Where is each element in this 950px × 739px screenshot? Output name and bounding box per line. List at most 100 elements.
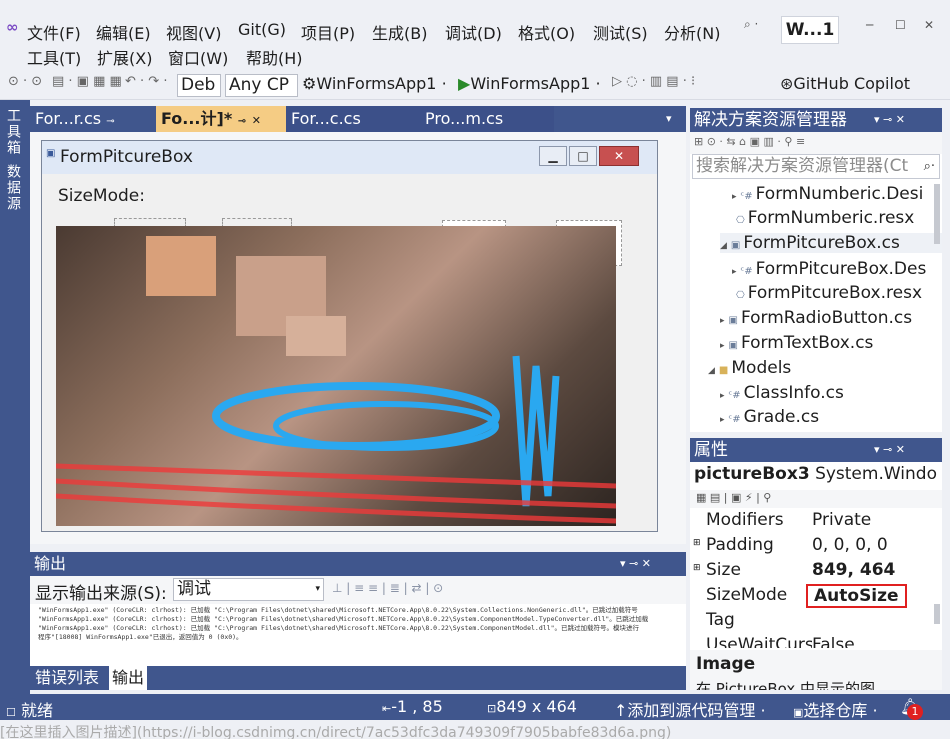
platform-combo[interactable]: Any CP <box>225 74 298 97</box>
property-row[interactable]: Modifiers Private <box>690 509 930 534</box>
solution-name-badge[interactable]: W...1 <box>781 16 839 44</box>
close-icon[interactable]: ✕ <box>924 18 934 32</box>
menu-test[interactable]: 测试(S) <box>593 20 648 44</box>
output-panel: 输出 ▾ ⊸ ✕ 显示输出来源(S): 调试 ▾ ⊥ | ≡ ≡ | ≣ | ⇄… <box>30 552 686 690</box>
output-text-area[interactable]: "WinFormsApp1.exe" (CoreCLR: clrhost): 已… <box>30 604 686 664</box>
tree-item[interactable]: ◢ ■ Models <box>708 358 791 378</box>
menu-format[interactable]: 格式(O) <box>518 20 575 44</box>
undo-icon[interactable]: ↶ · ↷ · <box>125 74 167 96</box>
output-tools-icons[interactable]: ⊥ | ≡ ≡ | ≣ | ⇄ | ⊙ <box>332 581 443 595</box>
image-caption-text: [在这里插入图片描述](https://i-blog.csdnimg.cn/di… <box>0 725 672 739</box>
navigate-back-icon[interactable]: ⊙ · ⊙ <box>8 74 42 96</box>
new-item-icon[interactable]: ▤ · ▣ ▦ ▦ <box>52 74 122 96</box>
tab-output[interactable]: 输出 <box>109 666 148 690</box>
property-name: Size <box>706 560 741 580</box>
property-row[interactable]: Tag <box>690 609 930 634</box>
form-minimize-icon: ▁ <box>539 146 567 166</box>
menu-window[interactable]: 窗口(W) <box>168 45 228 69</box>
form-title: FormPitcureBox <box>60 147 193 167</box>
visual-studio-logo-icon[interactable]: ∞ <box>6 18 22 36</box>
output-line: "WinFormsApp1.exe" (CoreCLR: clrhost): 已… <box>38 606 638 614</box>
search-icon[interactable]: ⌕ · <box>744 17 774 39</box>
menu-help[interactable]: 帮助(H) <box>246 45 303 69</box>
tree-expand-icon[interactable]: ▸ <box>720 415 725 425</box>
tree-item[interactable]: ▸ ▣ FormTextBox.cs <box>720 333 873 353</box>
property-value[interactable]: 0, 0, 0, 0 <box>812 535 888 555</box>
datasource-tab[interactable]: 数据源 <box>3 164 23 212</box>
property-value[interactable]: Private <box>812 510 871 530</box>
panel-menu-icon[interactable]: ▾ ⊸ ✕ <box>874 108 905 132</box>
property-value[interactable]: 849, 464 <box>812 560 895 580</box>
tree-expand-icon[interactable]: ▸ <box>720 316 725 326</box>
menu-file[interactable]: 文件(F) <box>27 20 81 44</box>
tab-program[interactable]: Pro...m.cs <box>420 106 554 132</box>
tree-expand-icon[interactable]: ◢ <box>720 241 727 251</box>
property-row[interactable]: UseWaitCursorFalse <box>690 634 930 648</box>
tree-item[interactable]: ▸ ᶜ# Grade.cs <box>720 407 819 429</box>
expand-icon[interactable]: ⊞ <box>693 538 701 548</box>
property-object-selector[interactable]: pictureBox3 System.Windo <box>694 464 940 490</box>
start-debug-button[interactable]: ▶WinFormsApp1 · <box>458 74 601 96</box>
menu-build[interactable]: 生成(B) <box>372 20 427 44</box>
tree-item[interactable]: ▸ ᶜ# FormNumberic.Desi <box>732 184 923 204</box>
panel-menu-icon[interactable]: ▾ ⊸ ✕ <box>620 552 651 576</box>
tree-expand-icon[interactable]: ▸ <box>720 391 725 401</box>
select-repo-label: 选择仓库 <box>803 701 868 720</box>
maximize-icon[interactable]: ☐ <box>895 18 906 32</box>
menu-debug[interactable]: 调试(D) <box>445 20 502 44</box>
menu-extensions[interactable]: 扩展(X) <box>97 45 152 69</box>
tab-formc[interactable]: For...c.cs <box>286 106 420 132</box>
configuration-combo[interactable]: Deb <box>177 74 221 97</box>
scrollbar-thumb[interactable] <box>934 604 940 624</box>
menu-tools[interactable]: 工具(T) <box>27 45 81 69</box>
solution-search-input[interactable]: 搜索解决方案资源管理器(Ct ⌕· <box>692 154 940 179</box>
notification-count-badge[interactable]: 1 <box>907 704 923 720</box>
select-repository-button[interactable]: ▣选择仓库 · <box>793 697 878 721</box>
solution-tools-icons[interactable]: ⊞ ⊙ · ⇆ ⌂ ▣ ▥ · ⚲ ≡ <box>694 135 805 148</box>
close-tab-icon[interactable]: ✕ <box>252 114 261 127</box>
tab-overflow-icon[interactable]: ▾ <box>666 112 672 125</box>
add-to-source-control-button[interactable]: ↑添加到源代码管理 · <box>614 697 766 721</box>
form-file-icon: ▣ <box>728 340 738 351</box>
start-without-debug-icon[interactable]: ▷ ◌ · ▥ ▤ · ⁝ <box>612 74 695 96</box>
tree-expand-icon[interactable]: ▸ <box>732 192 737 202</box>
minimize-icon[interactable]: ─ <box>866 18 873 32</box>
tab-form-designer-active[interactable]: Fo...计]* ⊸ ✕ <box>156 106 286 132</box>
expand-icon[interactable]: ⊞ <box>693 563 701 573</box>
scrollbar-thumb[interactable] <box>934 184 940 244</box>
tree-item[interactable]: ⎔ FormPitcureBox.resx <box>732 283 922 303</box>
status-ready-label: 就绪 <box>20 701 53 720</box>
tree-item[interactable]: ▸ ᶜ# ClassInfo.cs <box>720 383 844 403</box>
picturebox-selected-image[interactable] <box>56 226 616 526</box>
tab-formr[interactable]: For...r.cs ⊸ <box>30 106 156 132</box>
toolbox-tab[interactable]: 工具箱 <box>3 108 23 156</box>
menu-git[interactable]: Git(G) <box>238 20 286 39</box>
menu-project[interactable]: 项目(P) <box>301 20 355 44</box>
property-row[interactable]: SizeMode AutoSize <box>690 584 930 609</box>
categorized-sort-icon[interactable]: ▦ ▤ | ▣ ⚡ | ⚲ <box>696 491 771 504</box>
github-copilot-button[interactable]: ⊛GitHub Copilot <box>780 74 910 96</box>
output-source-combo[interactable]: 调试 ▾ <box>173 578 324 601</box>
pin-icon[interactable]: ⊸ <box>106 116 114 127</box>
menu-analyze[interactable]: 分析(N) <box>664 20 720 44</box>
tab-error-list[interactable]: 错误列表 <box>32 666 102 690</box>
designed-form-window[interactable]: ▣ FormPitcureBox ▁ □ ✕ SizeMode: m <box>41 140 658 532</box>
tree-expand-icon[interactable]: ▸ <box>732 267 737 277</box>
property-value-highlighted[interactable]: AutoSize <box>806 584 907 608</box>
startup-project-dropdown[interactable]: ⚙WinFormsApp1 · <box>302 74 447 96</box>
panel-menu-icon[interactable]: ▾ ⊸ ✕ <box>874 438 905 462</box>
pin-icon[interactable]: ⊸ <box>238 116 246 127</box>
tree-item[interactable]: ▸ ᶜ# FormPitcureBox.Des <box>732 259 926 279</box>
tree-item[interactable]: ⎔ FormNumberic.resx <box>732 208 914 228</box>
property-row[interactable]: ⊞ Size 849, 464 <box>690 559 930 584</box>
tree-expand-icon[interactable]: ◢ <box>708 366 715 376</box>
form-file-icon: ▣ <box>728 315 738 326</box>
menu-edit[interactable]: 编辑(E) <box>96 20 151 44</box>
tree-expand-icon[interactable]: ▸ <box>720 341 725 351</box>
menu-view[interactable]: 视图(V) <box>166 20 221 44</box>
sizemode-label[interactable]: SizeMode: <box>58 186 145 206</box>
property-row[interactable]: ⊞ Padding 0, 0, 0, 0 <box>690 534 930 559</box>
tree-item-selected[interactable]: ◢ ▣ FormPitcureBox.cs <box>720 233 942 253</box>
property-value[interactable]: False <box>812 635 855 648</box>
tree-item[interactable]: ▸ ▣ FormRadioButton.cs <box>720 308 912 328</box>
